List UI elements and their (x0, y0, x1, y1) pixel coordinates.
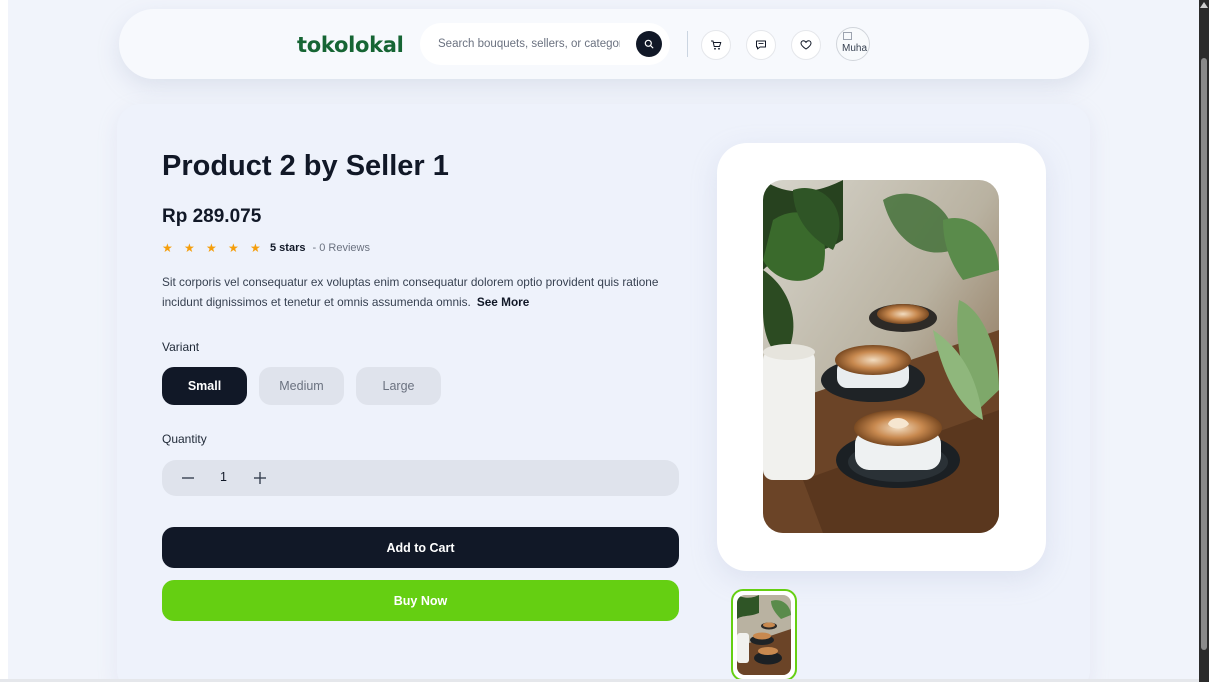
search-button[interactable] (636, 31, 662, 57)
minus-icon (182, 477, 194, 479)
cart-button[interactable] (701, 30, 731, 60)
variant-small-button[interactable]: Small (162, 367, 247, 405)
increase-quantity-button[interactable] (248, 466, 272, 490)
product-price: Rp 289.075 (162, 206, 262, 227)
user-avatar[interactable]: Muha (836, 27, 870, 61)
variant-large-button[interactable]: Large (356, 367, 441, 405)
search-icon (644, 39, 654, 49)
quantity-value[interactable]: 1 (220, 470, 227, 484)
variant-label: Variant (162, 340, 200, 354)
chat-button[interactable] (746, 30, 776, 60)
quantity-stepper: 1 (162, 460, 679, 496)
buy-now-button[interactable]: Buy Now (162, 580, 679, 621)
reviews-count[interactable]: - 0 Reviews (312, 242, 369, 254)
star-icon: ★ (250, 241, 261, 255)
product-main-image[interactable] (763, 180, 999, 533)
wishlist-icon (800, 40, 812, 50)
star-icon: ★ (162, 241, 173, 255)
product-image-card (717, 143, 1046, 571)
site-logo[interactable]: tokolokal (297, 33, 404, 57)
scrollbar-thumb[interactable] (1201, 58, 1207, 650)
chat-icon (756, 40, 766, 50)
coffee-photo (763, 180, 999, 533)
decrease-quantity-button[interactable] (176, 466, 200, 490)
star-icon: ★ (184, 241, 195, 255)
vertical-scrollbar[interactable] (1199, 0, 1209, 682)
coffee-thumbnail (737, 595, 791, 675)
top-navbar: tokolokal Muha (119, 9, 1089, 79)
see-more-link[interactable]: See More (477, 295, 529, 309)
star-icon: ★ (206, 241, 217, 255)
thumbnail-photo (737, 595, 791, 675)
broken-image-icon (843, 32, 852, 40)
avatar-alt-text: Muha (842, 43, 868, 54)
plus-icon (254, 472, 266, 484)
scroll-up-arrow-icon[interactable] (1200, 2, 1208, 8)
thumbnail-image-1[interactable] (731, 589, 797, 681)
product-rating: ★ ★ ★ ★ ★ 5 stars - 0 Reviews (162, 241, 370, 255)
star-icon: ★ (228, 241, 239, 255)
quantity-label: Quantity (162, 432, 207, 446)
add-to-cart-button[interactable]: Add to Cart (162, 527, 679, 568)
variant-medium-button[interactable]: Medium (259, 367, 344, 405)
search-bar (420, 23, 670, 65)
cart-icon (711, 40, 722, 50)
viewport-edge (0, 0, 8, 682)
search-input[interactable] (438, 35, 620, 53)
stars-label: 5 stars (270, 242, 306, 254)
wishlist-button[interactable] (791, 30, 821, 60)
description-text: Sit corporis vel consequatur ex voluptas… (162, 275, 659, 309)
product-title: Product 2 by Seller 1 (162, 150, 449, 182)
product-description: Sit corporis vel consequatur ex voluptas… (162, 272, 662, 312)
nav-divider (687, 31, 688, 57)
